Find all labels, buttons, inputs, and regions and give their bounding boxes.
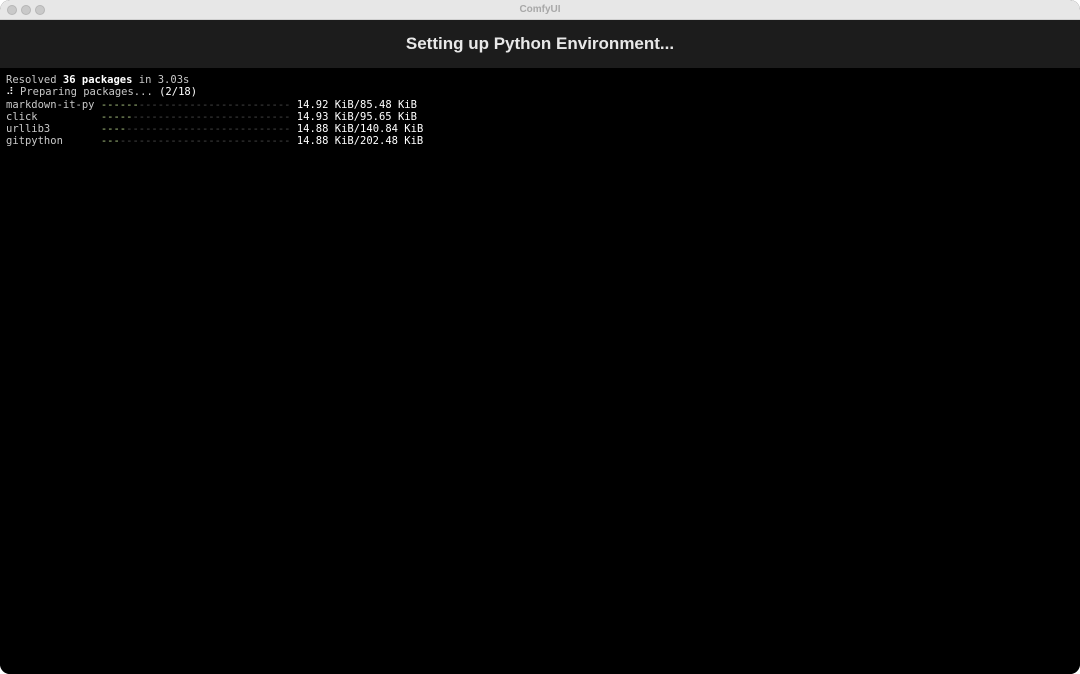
download-progress-bar: ------------------------------ xyxy=(101,135,291,147)
download-progress-bar: ------------------------------ xyxy=(101,99,291,111)
progress-bar-filled: --- xyxy=(100,135,120,148)
app-window: ComfyUI Setting up Python Environment...… xyxy=(0,0,1080,674)
download-progress-bar: ------------------------------ xyxy=(101,123,291,135)
title-bar[interactable]: ComfyUI xyxy=(0,0,1080,20)
package-name-padding xyxy=(50,123,101,135)
progress-bar-remaining: --------------------------- xyxy=(119,135,291,148)
progress-bar-filled: ------ xyxy=(100,98,139,111)
progress-bar-remaining: ------------------------- xyxy=(132,110,291,123)
resolved-count: 36 packages xyxy=(62,74,133,86)
download-size: 14.88 KiB/202.48 KiB xyxy=(290,135,424,148)
resolved-suffix: in 3.03s xyxy=(132,74,190,86)
download-row: urllib3 ------------------------------ 1… xyxy=(6,123,1080,135)
package-name: gitpython xyxy=(6,135,63,148)
progress-bar-remaining: -------------------------- xyxy=(126,123,291,136)
package-name-padding xyxy=(63,135,101,147)
preparing-line: ⠼ Preparing packages... (2/18) xyxy=(6,86,1080,98)
preparing-progress: (2/18) xyxy=(159,86,198,99)
progress-bar-filled: ----- xyxy=(100,110,133,123)
spinner-icon: ⠼ xyxy=(6,86,14,99)
terminal-output[interactable]: Resolved 36 packages in 3.03s ⠼ Preparin… xyxy=(0,68,1080,674)
resolved-prefix: Resolved xyxy=(6,74,63,86)
download-progress-bar: ------------------------------ xyxy=(101,111,291,123)
download-row: click ------------------------------ 14.… xyxy=(6,111,1080,123)
resolved-line: Resolved 36 packages in 3.03s xyxy=(6,74,1080,86)
package-name: click xyxy=(6,110,38,123)
download-size: 14.93 KiB/95.65 KiB xyxy=(290,110,417,123)
progress-bar-filled: ---- xyxy=(100,123,127,136)
setup-header: Setting up Python Environment... xyxy=(0,20,1080,68)
download-size: 14.88 KiB/140.84 KiB xyxy=(290,123,424,136)
package-name-padding xyxy=(38,111,101,123)
window-title: ComfyUI xyxy=(519,4,561,15)
package-name: markdown-it-py xyxy=(6,98,95,111)
package-name: urllib3 xyxy=(6,123,51,136)
download-row: markdown-it-py -------------------------… xyxy=(6,99,1080,111)
page-title: Setting up Python Environment... xyxy=(405,34,675,53)
download-row: gitpython ------------------------------… xyxy=(6,135,1080,147)
download-size: 14.92 KiB/85.48 KiB xyxy=(290,98,417,111)
preparing-text: Preparing packages... xyxy=(13,86,160,99)
progress-bar-remaining: ------------------------ xyxy=(138,98,291,111)
